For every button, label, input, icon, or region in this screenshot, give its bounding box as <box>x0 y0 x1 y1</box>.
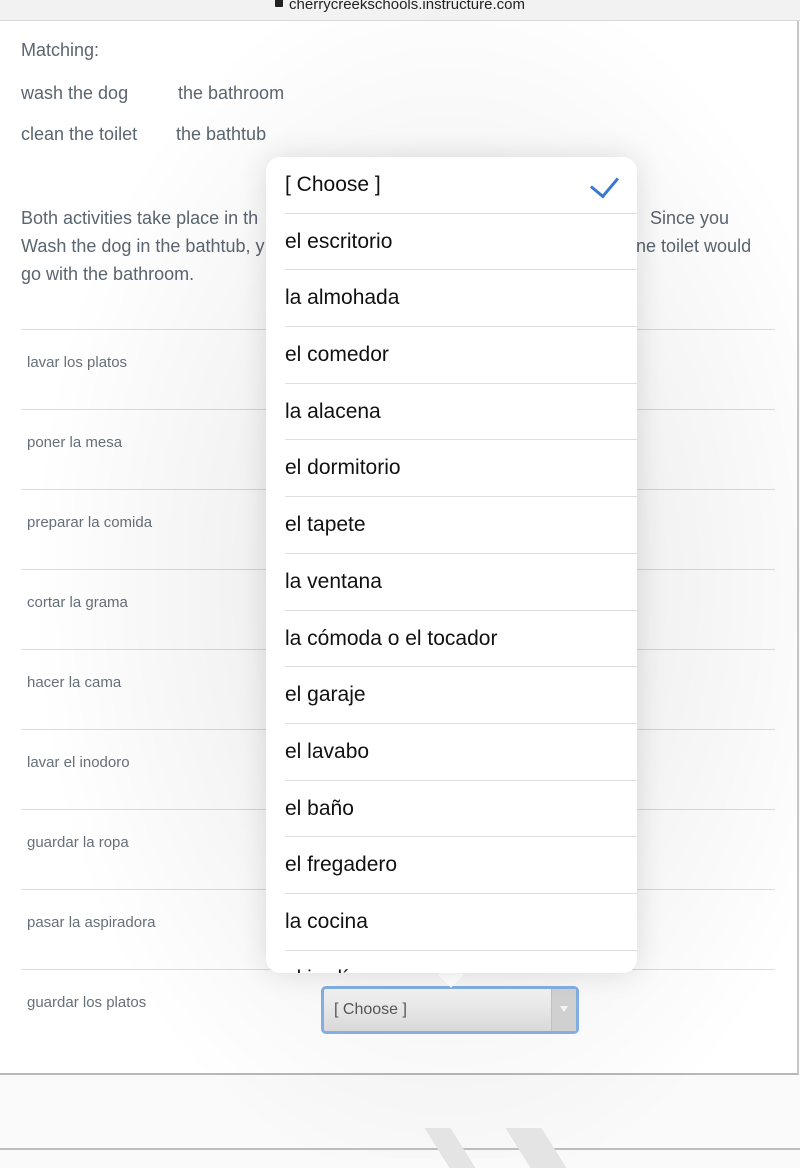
lock-icon <box>275 0 284 8</box>
option-label: [ Choose ] <box>285 173 381 196</box>
dropdown-popover: [ Choose ] el escritorio la almohada el … <box>266 157 637 973</box>
dropdown-option[interactable]: la alacena <box>285 384 637 441</box>
explanation-line2-right: ne toilet would <box>636 236 752 256</box>
dropdown-option[interactable]: el escritorio <box>285 214 637 271</box>
option-label: el tapete <box>285 513 366 537</box>
dropdown-option[interactable]: la cocina <box>285 894 637 951</box>
explanation-line1-left: Both activities take place in th <box>21 208 259 228</box>
match-prompt: lavar el inodoro <box>27 754 130 771</box>
dropdown-option[interactable]: el comedor <box>285 327 637 384</box>
dropdown-option[interactable]: el tapete <box>285 497 637 554</box>
divider <box>0 1148 800 1150</box>
option-label: el jardín <box>285 967 360 973</box>
example-right-2: the bathtub <box>176 124 267 144</box>
option-label: el lavabo <box>285 739 370 763</box>
browser-url-bar[interactable]: cherrycreekschools.instructure.com <box>0 0 800 21</box>
explanation-line3: go with the bathroom. <box>21 264 195 284</box>
dropdown-option[interactable]: el baño <box>285 781 637 838</box>
dropdown-arrow-icon[interactable] <box>551 989 576 1031</box>
url-text: cherrycreekschools.instructure.com <box>289 0 525 13</box>
option-label: el dormitorio <box>285 456 401 480</box>
example-left-2: clean the toilet <box>21 124 138 144</box>
dropdown-option-choose[interactable]: [ Choose ] <box>285 157 637 214</box>
option-label: el fregadero <box>285 853 398 877</box>
dropdown-option[interactable]: el fregadero <box>285 837 637 894</box>
dropdown-option[interactable]: el lavabo <box>285 724 637 781</box>
match-prompt: guardar los platos <box>27 994 147 1011</box>
match-prompt: hacer la cama <box>27 674 122 691</box>
dropdown-option[interactable]: la ventana <box>285 554 637 611</box>
dropdown-option[interactable]: la cómoda o el tocador <box>285 611 637 668</box>
match-prompt: cortar la grama <box>27 594 128 611</box>
match-prompt: poner la mesa <box>27 434 123 451</box>
match-prompt: preparar la comida <box>27 514 153 531</box>
explanation-line1-right: Since you <box>650 208 730 228</box>
match-prompt: lavar los platos <box>27 354 128 371</box>
option-label: el garaje <box>285 683 366 707</box>
option-label: la almohada <box>285 286 400 310</box>
checkmark-icon <box>589 168 620 199</box>
example-right-1: the bathroom <box>178 83 285 103</box>
option-label: el baño <box>285 796 354 820</box>
option-label: el escritorio <box>285 229 393 253</box>
option-label: la cocina <box>285 909 368 933</box>
answer-select[interactable]: [ Choose ] <box>321 986 579 1034</box>
dropdown-option[interactable]: el garaje <box>285 667 637 724</box>
question-heading: Matching: <box>21 40 100 60</box>
option-label: la alacena <box>285 399 381 423</box>
example-left-1: wash the dog <box>21 83 129 103</box>
dropdown-option[interactable]: el dormitorio <box>285 440 637 498</box>
option-label: la cómoda o el tocador <box>285 626 498 650</box>
match-prompt: pasar la aspiradora <box>27 914 156 931</box>
option-label: la ventana <box>285 569 382 593</box>
explanation-line2-left: Wash the dog in the bathtub, y <box>21 236 265 256</box>
dropdown-option[interactable]: el jardín <box>285 951 637 973</box>
option-label: el comedor <box>285 343 389 367</box>
dropdown-option[interactable]: la almohada <box>285 270 637 328</box>
select-value: [ Choose ] <box>334 1001 407 1018</box>
match-prompt: guardar la ropa <box>27 834 129 851</box>
